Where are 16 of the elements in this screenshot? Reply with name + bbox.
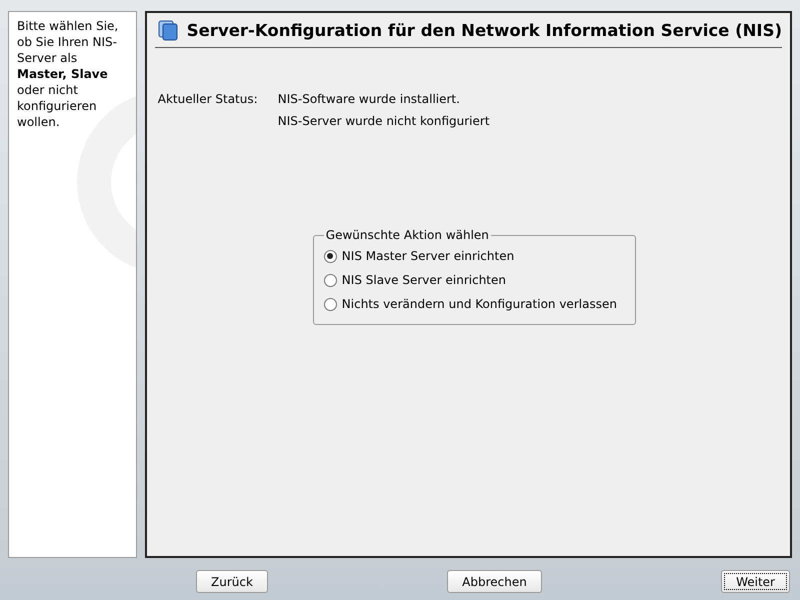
radio-button[interactable] <box>324 298 337 310</box>
back-button[interactable]: Zurück <box>196 570 268 593</box>
status-label: Aktueller Status: <box>158 92 259 108</box>
document-icon <box>156 19 179 41</box>
next-button[interactable]: Weiter <box>721 570 790 593</box>
cancel-button[interactable]: Abbrechen <box>447 570 542 593</box>
status-text: NIS-Software wurde installiert. <box>278 92 461 106</box>
radio-button[interactable] <box>324 274 337 286</box>
window-title: Server-Konfiguration für den Network Information Service (NIS) <box>186 20 782 40</box>
radio-option[interactable]: Nichts verändern und Konfiguration verlassen <box>324 292 617 316</box>
status-text: NIS-Server wurde nicht konfiguriert <box>278 114 490 128</box>
group-title: Gewünschte Aktion wählen <box>324 228 490 242</box>
help-text: Bitte wählen Sie, ob Sie Ihren NIS-Server als Master, Slave oder nicht konfigurieren wollen. <box>17 18 120 130</box>
radio-option[interactable]: NIS Slave Server einrichten <box>324 268 617 292</box>
radio-button[interactable] <box>324 250 337 262</box>
radio-option[interactable]: NIS Master Server einrichten <box>324 244 617 268</box>
